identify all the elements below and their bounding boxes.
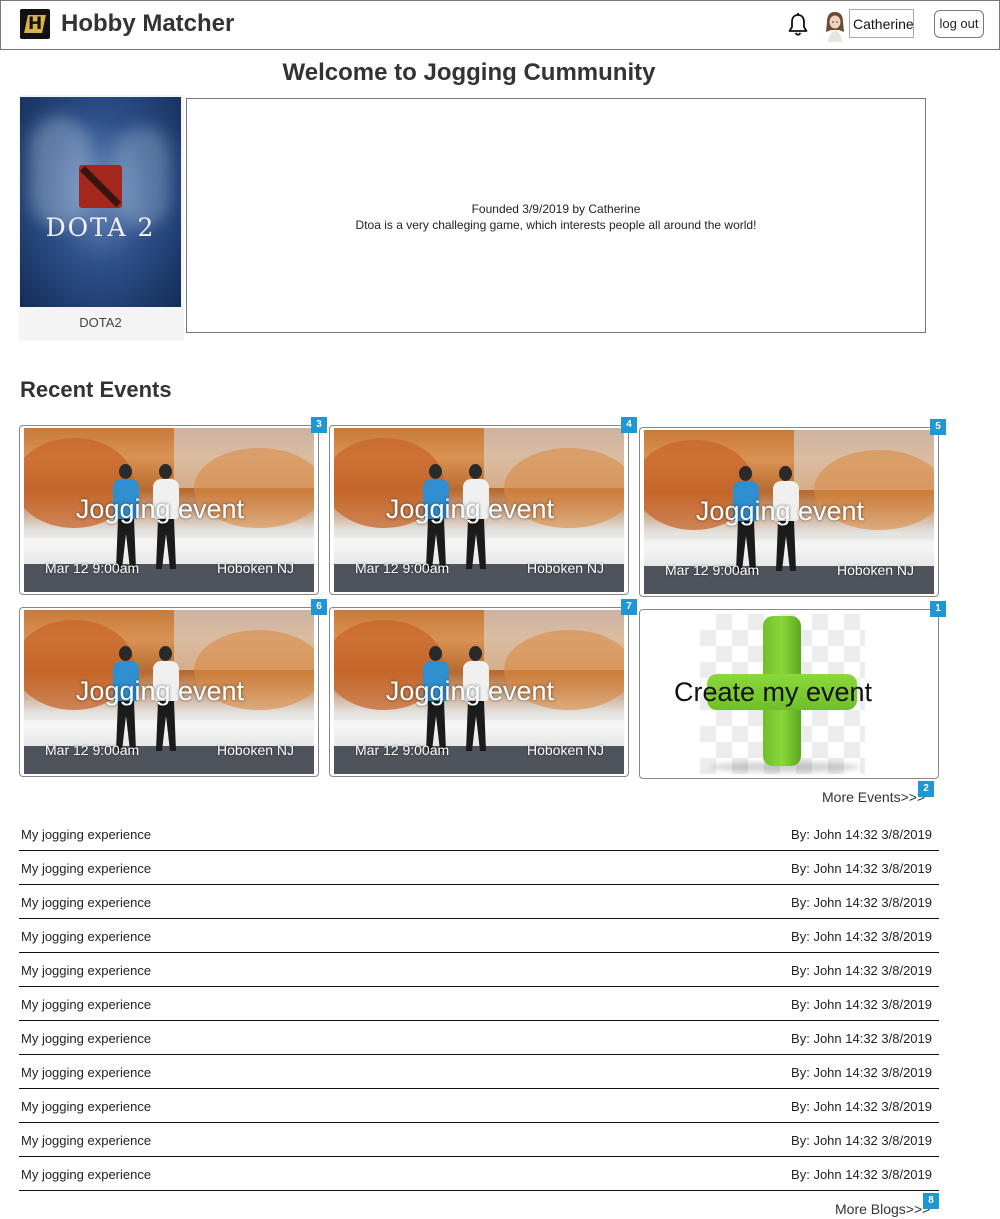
blog-meta: By: John 14:32 3/8/2019 (791, 997, 932, 1012)
event-location: Hoboken NJ (217, 560, 295, 576)
event-date: Mar 12 9:00am (665, 562, 760, 578)
page-title: Welcome to Jogging Cummunity (282, 59, 656, 86)
event-location: Hoboken NJ (217, 742, 295, 758)
blog-meta: By: John 14:32 3/8/2019 (791, 1099, 932, 1114)
blog-meta: By: John 14:32 3/8/2019 (791, 1031, 932, 1046)
community-name: DOTA2 (79, 315, 122, 330)
app-title[interactable]: Hobby Matcher (61, 10, 234, 38)
blog-meta: By: John 14:32 3/8/2019 (791, 1065, 932, 1080)
community-image-text: DOTA 2 (45, 213, 156, 242)
more-events-link[interactable]: More Events>>> (822, 789, 925, 805)
blog-meta: By: John 14:32 3/8/2019 (791, 1133, 932, 1148)
event-date: Mar 12 9:00am (355, 742, 450, 758)
event-title: Jogging event (385, 676, 555, 706)
blog-row[interactable]: My jogging experience By: John 14:32 3/8/… (19, 1123, 939, 1157)
event-location: Hoboken NJ (837, 562, 915, 578)
top-navigation-bar: Hobby Matcher Catherine log out (0, 0, 1000, 50)
event-card[interactable]: Jogging event Mar 12 9:00am Hoboken NJ (19, 607, 319, 777)
blog-row[interactable]: My jogging experience By: John 14:32 3/8/… (19, 1021, 939, 1055)
blog-title[interactable]: My jogging experience (21, 895, 151, 910)
event-card[interactable]: Jogging event Mar 12 9:00am Hoboken NJ (19, 425, 319, 595)
recent-events-heading: Recent Events (20, 377, 172, 402)
more-blogs-link[interactable]: More Blogs>>> (835, 1201, 930, 1217)
blog-meta: By: John 14:32 3/8/2019 (791, 963, 932, 978)
blog-list: My jogging experience By: John 14:32 3/8/… (19, 817, 939, 1191)
community-info: Founded 3/9/2019 by Catherine Dtoa is a … (187, 201, 925, 233)
create-event-badge: 1 (930, 601, 946, 617)
blog-meta: By: John 14:32 3/8/2019 (791, 827, 932, 842)
blog-row[interactable]: My jogging experience By: John 14:32 3/8/… (19, 1055, 939, 1089)
event-location: Hoboken NJ (527, 742, 605, 758)
logout-button[interactable]: log out (934, 10, 984, 38)
blog-meta: By: John 14:32 3/8/2019 (791, 861, 932, 876)
event-title: Jogging event (695, 496, 865, 526)
event-badge: 5 (930, 419, 946, 435)
logo-icon[interactable] (20, 9, 50, 39)
event-location: Hoboken NJ (527, 560, 605, 576)
blog-title[interactable]: My jogging experience (21, 929, 151, 944)
more-blogs-badge: 8 (923, 1193, 939, 1209)
blog-row[interactable]: My jogging experience By: John 14:32 3/8/… (19, 851, 939, 885)
event-title: Jogging event (75, 676, 245, 706)
blog-title[interactable]: My jogging experience (21, 997, 151, 1012)
blog-row[interactable]: My jogging experience By: John 14:32 3/8/… (19, 1157, 939, 1191)
blog-title[interactable]: My jogging experience (21, 1031, 151, 1046)
blog-row[interactable]: My jogging experience By: John 14:32 3/8/… (19, 987, 939, 1021)
blog-meta: By: John 14:32 3/8/2019 (791, 895, 932, 910)
blog-title[interactable]: My jogging experience (21, 1133, 151, 1148)
community-info-box: Founded 3/9/2019 by Catherine Dtoa is a … (186, 98, 926, 333)
blog-title[interactable]: My jogging experience (21, 963, 151, 978)
blog-row[interactable]: My jogging experience By: John 14:32 3/8/… (19, 1089, 939, 1123)
event-badge: 3 (311, 417, 327, 433)
blog-title[interactable]: My jogging experience (21, 1167, 151, 1182)
create-event-button[interactable]: Create my event (639, 609, 939, 779)
community-description: Dtoa is a very challeging game, which in… (355, 218, 757, 232)
dota-emblem-icon (79, 165, 122, 208)
blog-row[interactable]: My jogging experience By: John 14:32 3/8/… (19, 919, 939, 953)
event-title: Jogging event (385, 494, 555, 524)
community-image-card[interactable]: DOTA 2 DOTA2 (19, 95, 184, 341)
blog-row[interactable]: My jogging experience By: John 14:32 3/8/… (19, 885, 939, 919)
bell-icon[interactable] (786, 12, 810, 38)
username-field[interactable]: Catherine (849, 9, 914, 38)
blog-row[interactable]: My jogging experience By: John 14:32 3/8/… (19, 817, 939, 851)
event-badge: 4 (621, 417, 637, 433)
more-events-badge: 2 (918, 781, 934, 797)
founded-text: Founded 3/9/2019 by Catherine (471, 202, 641, 216)
event-badge: 7 (621, 599, 637, 615)
event-card[interactable]: Jogging event Mar 12 9:00am Hoboken NJ (329, 425, 629, 595)
blog-meta: By: John 14:32 3/8/2019 (791, 1167, 932, 1182)
event-date: Mar 12 9:00am (45, 560, 140, 576)
event-date: Mar 12 9:00am (355, 560, 450, 576)
event-date: Mar 12 9:00am (45, 742, 140, 758)
event-title: Jogging event (75, 494, 245, 524)
event-card[interactable]: Jogging event Mar 12 9:00am Hoboken NJ (639, 427, 939, 597)
create-event-label: Create my event (673, 677, 873, 707)
event-card[interactable]: Jogging event Mar 12 9:00am Hoboken NJ (329, 607, 629, 777)
blog-title[interactable]: My jogging experience (21, 1065, 151, 1080)
blog-title[interactable]: My jogging experience (21, 861, 151, 876)
community-image: DOTA 2 (20, 97, 181, 307)
blog-row[interactable]: My jogging experience By: John 14:32 3/8/… (19, 953, 939, 987)
avatar[interactable] (823, 10, 847, 42)
blog-meta: By: John 14:32 3/8/2019 (791, 929, 932, 944)
blog-title[interactable]: My jogging experience (21, 827, 151, 842)
blog-title[interactable]: My jogging experience (21, 1099, 151, 1114)
event-badge: 6 (311, 599, 327, 615)
